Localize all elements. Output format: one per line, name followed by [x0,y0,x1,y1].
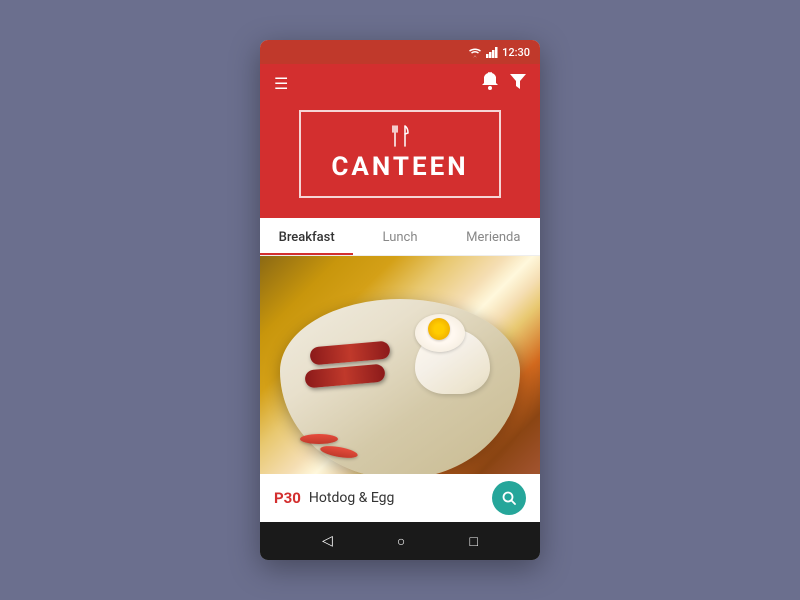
home-nav-icon[interactable]: ○ [397,533,405,550]
tab-breakfast[interactable]: Breakfast [260,218,353,255]
tab-lunch[interactable]: Lunch [353,218,446,255]
sausage-1 [309,341,390,366]
egg-yolk [428,318,450,340]
menu-icon[interactable]: ☰ [274,74,288,93]
logo-box: CANTEEN [299,110,500,198]
plate [280,299,520,479]
sausage-2 [304,364,385,389]
signal-icon [486,47,498,58]
tab-merienda[interactable]: Merienda [447,218,540,255]
food-card: P30 Hotdog & Egg [260,256,540,522]
tabs-container: Breakfast Lunch Merienda [260,218,540,256]
status-bar: 12:30 [260,40,540,64]
wifi-icon [468,47,482,58]
status-time: 12:30 [502,46,530,59]
header-actions [482,72,526,94]
food-name: Hotdog & Egg [309,490,492,506]
phone-container: 12:30 ☰ [260,40,540,560]
food-price: P30 [274,489,301,507]
back-nav-icon[interactable]: ◁ [322,533,333,549]
app-header: ☰ [260,64,540,94]
logo-section: CANTEEN [260,94,540,218]
food-info-bar: P30 Hotdog & Egg [260,474,540,522]
search-button[interactable] [492,481,526,515]
status-icons: 12:30 [468,46,530,59]
filter-icon[interactable] [510,74,526,93]
tomato-1 [300,434,338,444]
recents-nav-icon[interactable]: □ [469,533,477,550]
logo-title: CANTEEN [331,152,468,182]
nav-bar: ◁ ○ □ [260,522,540,560]
notification-icon[interactable] [482,72,498,94]
tomato-2 [319,444,358,460]
cutlery-icon [386,124,414,148]
